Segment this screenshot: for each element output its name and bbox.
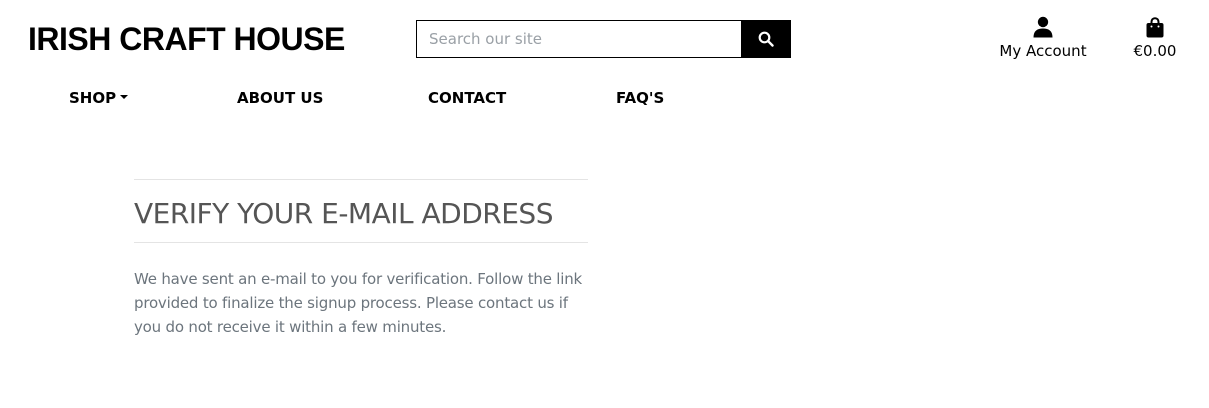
page-title: VERIFY YOUR E-MAIL ADDRESS — [134, 197, 553, 230]
nav-item-faqs[interactable]: FAQ'S — [616, 86, 664, 110]
page: IRISH CRAFT HOUSE My Account — [0, 0, 1209, 408]
nav-item-about-us[interactable]: ABOUT US — [237, 86, 323, 110]
nav-item-shop[interactable]: SHOP — [69, 86, 129, 110]
search-input[interactable] — [416, 20, 741, 58]
site-logo[interactable]: IRISH CRAFT HOUSE — [28, 19, 345, 59]
search-icon — [758, 31, 774, 47]
search-form — [416, 20, 791, 58]
verification-message: We have sent an e-mail to you for verifi… — [134, 270, 583, 336]
user-icon — [990, 14, 1096, 38]
main-nav: SHOP ABOUT US CONTACT FAQ'S — [0, 86, 800, 112]
search-button[interactable] — [741, 20, 791, 58]
my-account-label: My Account — [999, 42, 1087, 60]
shopping-bag-icon — [1122, 14, 1188, 38]
nav-item-contact[interactable]: CONTACT — [428, 86, 506, 110]
nav-item-shop-label: SHOP — [69, 89, 117, 107]
main-content: VERIFY YOUR E-MAIL ADDRESS We have sent … — [134, 179, 588, 339]
shopping-bag-link[interactable]: €0.00 — [1122, 14, 1188, 62]
caret-down-icon — [120, 95, 129, 99]
my-account-link[interactable]: My Account — [990, 14, 1096, 62]
bag-total: €0.00 — [1133, 42, 1177, 60]
